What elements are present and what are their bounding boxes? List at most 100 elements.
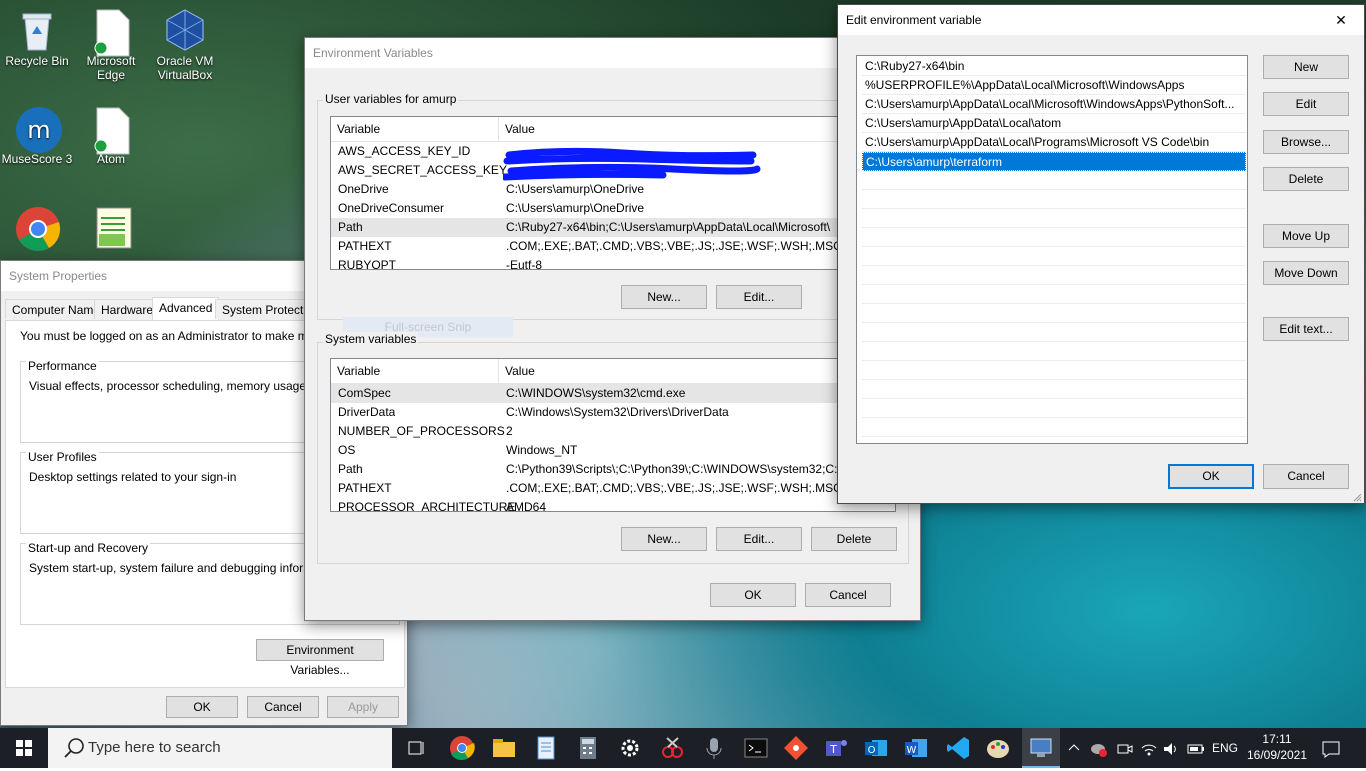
apply-button[interactable]: Apply xyxy=(327,696,399,718)
clock[interactable]: 17:11 16/09/2021 xyxy=(1244,731,1310,763)
table-row[interactable]: Path C:\Ruby27-x64\bin;C:\Users\amurp\App… xyxy=(331,218,895,237)
resize-grip-icon[interactable] xyxy=(1352,491,1362,502)
desktop-icon-recycle-bin[interactable]: Recycle Bin xyxy=(0,8,74,68)
variable-value: Windows_NT xyxy=(506,443,578,457)
table-row[interactable]: PATHEXT .COM;.EXE;.BAT;.CMD;.VBS;.VBE;.JS… xyxy=(331,479,895,498)
volume-icon[interactable] xyxy=(1162,740,1180,758)
chrome-icon[interactable] xyxy=(448,734,476,762)
variable-value: C:\Windows\System32\Drivers\DriverData xyxy=(506,405,729,419)
input-language[interactable]: ENG xyxy=(1212,728,1238,768)
desktop-icon-microsoft-edge[interactable]: Microsoft Edge xyxy=(74,8,148,82)
tab-computer-name[interactable]: Computer Name xyxy=(5,299,108,319)
battery-icon[interactable] xyxy=(1186,740,1206,758)
notepad-image-icon xyxy=(89,206,133,250)
virtualbox-icon xyxy=(163,8,207,52)
table-row[interactable]: OneDriveConsumer C:\Users\amurp\OneDrive xyxy=(331,199,895,218)
table-row[interactable]: NUMBER_OF_PROCESSORS 2 xyxy=(331,422,895,441)
taskbar-search-box[interactable]: Type here to search xyxy=(48,728,392,768)
word-icon[interactable]: W xyxy=(902,734,930,762)
new-button[interactable]: New xyxy=(1263,55,1349,79)
system-edit-button[interactable]: Edit... xyxy=(716,527,802,551)
table-row[interactable]: OS Windows_NT xyxy=(331,441,895,460)
table-row[interactable]: DriverData C:\Windows\System32\Drivers\Dr… xyxy=(331,403,895,422)
meet-now-icon[interactable] xyxy=(1116,740,1134,758)
desktop-icon-virtualbox[interactable]: Oracle VM VirtualBox xyxy=(148,8,222,82)
system-variables-list[interactable]: Variable Value ComSpec C:\WINDOWS\system3… xyxy=(330,358,896,512)
system-variables-label: System variables xyxy=(323,332,419,346)
delete-button[interactable]: Delete xyxy=(1263,167,1349,191)
terminal-icon[interactable] xyxy=(742,734,770,762)
environment-variables-button[interactable]: Environment Variables... xyxy=(256,639,384,677)
close-icon[interactable]: ✕ xyxy=(1326,5,1356,35)
vscode-icon[interactable] xyxy=(944,734,972,762)
list-item[interactable]: C:\Users\amurp\AppData\Local\Programs\Mi… xyxy=(862,133,1246,152)
table-row[interactable]: OneDrive C:\Users\amurp\OneDrive xyxy=(331,180,895,199)
column-variable[interactable]: Variable xyxy=(331,359,499,383)
search-placeholder: Type here to search xyxy=(88,739,221,756)
ok-button[interactable]: OK xyxy=(1168,464,1254,489)
cancel-button[interactable]: Cancel xyxy=(805,583,891,607)
user-edit-button[interactable]: Edit... xyxy=(716,285,802,309)
system-delete-button[interactable]: Delete xyxy=(811,527,897,551)
task-view-icon[interactable] xyxy=(402,734,430,762)
list-item[interactable]: C:\Ruby27-x64\bin xyxy=(862,57,1246,76)
startup-recovery-label: Start-up and Recovery xyxy=(26,541,151,555)
move-down-button[interactable]: Move Down xyxy=(1263,261,1349,285)
variable-name: OneDrive xyxy=(338,182,389,196)
show-hidden-icons-chevron-icon[interactable] xyxy=(1066,740,1082,756)
column-variable[interactable]: Variable xyxy=(331,117,499,141)
list-item[interactable]: %USERPROFILE%\AppData\Local\Microsoft\Wi… xyxy=(862,76,1246,95)
table-row[interactable]: PATHEXT .COM;.EXE;.BAT;.CMD;.VBS;.VBE;.JS… xyxy=(331,237,895,256)
user-profiles-label: User Profiles xyxy=(26,450,99,464)
cancel-button[interactable]: Cancel xyxy=(247,696,319,718)
path-list[interactable]: C:\Ruby27-x64\bin %USERPROFILE%\AppData\… xyxy=(856,55,1248,444)
ok-button[interactable]: OK xyxy=(166,696,238,718)
chrome-icon xyxy=(15,206,61,251)
file-explorer-icon[interactable] xyxy=(490,734,518,762)
git-app-icon[interactable] xyxy=(782,734,810,762)
settings-gear-icon[interactable] xyxy=(616,734,644,762)
table-row[interactable]: PROCESSOR_ARCHITECTURE AMD64 xyxy=(331,498,895,511)
table-row[interactable]: ComSpec C:\WINDOWS\system32\cmd.exe xyxy=(331,384,895,403)
security-warning-icon[interactable] xyxy=(1090,740,1108,758)
system-new-button[interactable]: New... xyxy=(621,527,707,551)
teams-icon[interactable]: T xyxy=(822,734,850,762)
control-panel-icon xyxy=(1030,738,1052,757)
user-new-button[interactable]: New... xyxy=(621,285,707,309)
desktop-icon-notepad-image[interactable] xyxy=(74,206,148,252)
notifications-icon[interactable] xyxy=(1320,738,1342,760)
empty-row xyxy=(862,209,1246,228)
tab-hardware[interactable]: Hardware xyxy=(94,299,161,319)
browse-button[interactable]: Browse... xyxy=(1263,130,1349,154)
tab-advanced[interactable]: Advanced xyxy=(152,297,220,320)
table-row[interactable]: RUBYOPT -Eutf-8 xyxy=(331,256,895,269)
empty-row xyxy=(862,380,1246,399)
edit-button[interactable]: Edit xyxy=(1263,92,1349,116)
outlook-icon[interactable]: O xyxy=(862,734,890,762)
snipping-tool-icon[interactable] xyxy=(658,734,686,762)
microphone-app-icon[interactable] xyxy=(700,734,728,762)
paint-icon[interactable] xyxy=(984,734,1012,762)
variable-name: AWS_ACCESS_KEY_ID xyxy=(338,144,471,158)
calculator-icon[interactable] xyxy=(574,734,602,762)
edit-text-button[interactable]: Edit text... xyxy=(1263,317,1349,341)
desktop-icon-chrome[interactable] xyxy=(0,206,74,252)
list-item[interactable]: C:\Users\amurp\AppData\Local\atom xyxy=(862,114,1246,133)
list-item[interactable]: C:\Users\amurp\AppData\Local\Microsoft\W… xyxy=(862,95,1246,114)
cancel-button[interactable]: Cancel xyxy=(1263,464,1349,489)
notepad-icon[interactable] xyxy=(532,734,560,762)
wifi-icon[interactable] xyxy=(1140,740,1158,758)
file-icon xyxy=(89,106,133,155)
start-button[interactable] xyxy=(0,728,48,768)
desktop-icon-musescore[interactable]: m MuseScore 3 xyxy=(0,106,74,166)
active-app-highlight[interactable] xyxy=(1022,728,1060,768)
startup-recovery-text: System start-up, system failure and debu… xyxy=(29,561,340,575)
move-up-button[interactable]: Move Up xyxy=(1263,224,1349,248)
list-item-selected[interactable]: C:\Users\amurp\terraform xyxy=(862,152,1246,171)
user-variables-list[interactable]: Variable Value AWS_ACCESS_KEY_ID AWS_SEC… xyxy=(330,116,896,270)
variable-value: C:\Python39\Scripts\;C:\Python39\;C:\WIN… xyxy=(506,462,841,476)
desktop-icon-atom[interactable]: Atom xyxy=(74,106,148,166)
table-row[interactable]: Path C:\Python39\Scripts\;C:\Python39\;C:… xyxy=(331,460,895,479)
ok-button[interactable]: OK xyxy=(710,583,796,607)
variable-name: ComSpec xyxy=(338,386,391,400)
